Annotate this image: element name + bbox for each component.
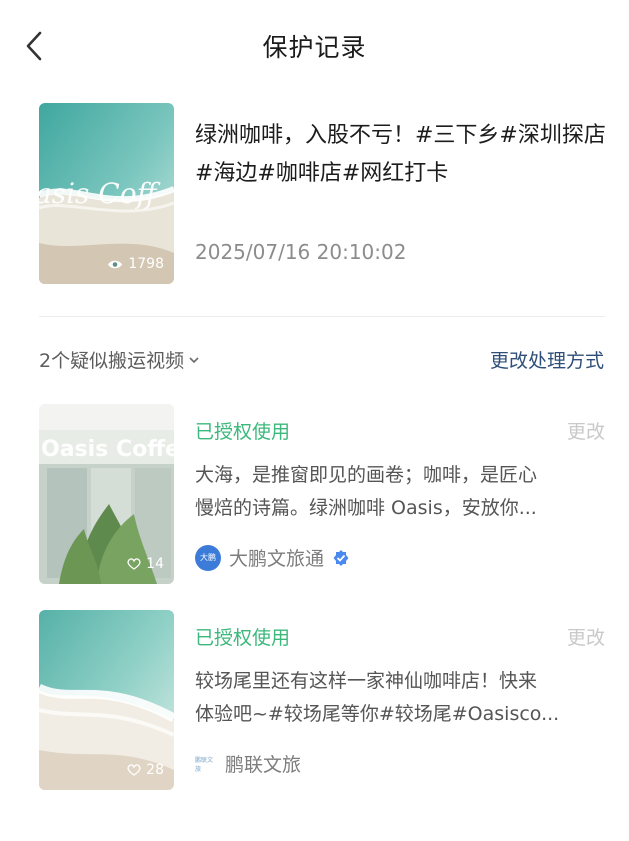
like-count: 28 bbox=[127, 762, 164, 778]
original-thumbnail[interactable]: asis Coff 1798 bbox=[39, 103, 174, 284]
author-info[interactable]: 大鹏 大鹏文旅通 bbox=[195, 544, 350, 571]
change-button[interactable]: 更改 bbox=[567, 623, 605, 650]
status-badge: 已授权使用 bbox=[195, 421, 291, 443]
like-count: 14 bbox=[127, 556, 164, 572]
video-description[interactable]: 较场尾里还有这样一家神仙咖啡店！快来 体验吧~#较场尾等你#较场尾#Oasisc… bbox=[195, 665, 605, 731]
author-name: 鹏联文旅 bbox=[225, 754, 302, 776]
video-thumbnail[interactable]: Oasis Coffe 14 bbox=[39, 404, 174, 584]
eye-icon bbox=[108, 260, 123, 268]
suspected-copies-label: 2个疑似搬运视频 bbox=[39, 350, 185, 372]
video-thumbnail[interactable]: 28 bbox=[39, 610, 174, 790]
heart-icon bbox=[127, 764, 141, 776]
change-button[interactable]: 更改 bbox=[567, 417, 605, 444]
suspected-copies-dropdown[interactable]: 2个疑似搬运视频 bbox=[39, 346, 200, 373]
change-handling-button[interactable]: 更改处理方式 bbox=[490, 346, 604, 373]
page-title: 保护记录 bbox=[262, 33, 367, 62]
original-post-card[interactable]: asis Coff 1798 绿洲咖啡，入股不亏！#三下乡#深圳探店#海边#咖啡… bbox=[39, 103, 606, 285]
heart-icon bbox=[127, 558, 141, 570]
view-count: 1798 bbox=[107, 256, 164, 272]
like-count-value: 28 bbox=[146, 762, 164, 778]
avatar: 大鹏 bbox=[195, 544, 221, 571]
description-line: 大海，是推窗即见的画卷；咖啡，是匠心 bbox=[195, 464, 538, 486]
author-name: 大鹏文旅通 bbox=[229, 548, 325, 570]
status-badge: 已授权使用 bbox=[195, 627, 291, 649]
original-post-time: 2025/07/16 20:10:02 bbox=[195, 240, 407, 264]
author-info[interactable]: 鹏联文旅 鹏联文旅 bbox=[195, 750, 301, 777]
thumbnail-watermark-text: asis Coff bbox=[39, 177, 161, 210]
list-item[interactable]: Oasis Coffe 14 已授权使用 更改 大海，是推窗即见的画卷；咖啡，是… bbox=[39, 404, 605, 584]
thumbnail-watermark-text: Oasis Coffe bbox=[41, 437, 174, 462]
chevron-down-icon bbox=[189, 356, 199, 363]
original-post-title[interactable]: 绿洲咖啡，入股不亏！#三下乡#深圳探店#海边#咖啡店#网红打卡 bbox=[195, 117, 615, 193]
description-line: 较场尾里还有这样一家神仙咖啡店！快来 bbox=[195, 670, 538, 692]
view-count-value: 1798 bbox=[128, 256, 164, 272]
divider bbox=[39, 316, 605, 317]
header-bar: 保护记录 bbox=[0, 0, 629, 92]
description-line: 慢焙的诗篇。绿洲咖啡 Oasis，安放你... bbox=[195, 497, 537, 519]
avatar: 鹏联文旅 bbox=[195, 756, 214, 773]
verified-badge-icon bbox=[333, 549, 349, 566]
description-line: 体验吧~#较场尾等你#较场尾#Oasisco... bbox=[195, 703, 560, 725]
like-count-value: 14 bbox=[146, 556, 164, 572]
list-item[interactable]: 28 已授权使用 更改 较场尾里还有这样一家神仙咖啡店！快来 体验吧~#较场尾等… bbox=[39, 610, 605, 790]
video-description[interactable]: 大海，是推窗即见的画卷；咖啡，是匠心 慢焙的诗篇。绿洲咖啡 Oasis，安放你.… bbox=[195, 459, 605, 525]
